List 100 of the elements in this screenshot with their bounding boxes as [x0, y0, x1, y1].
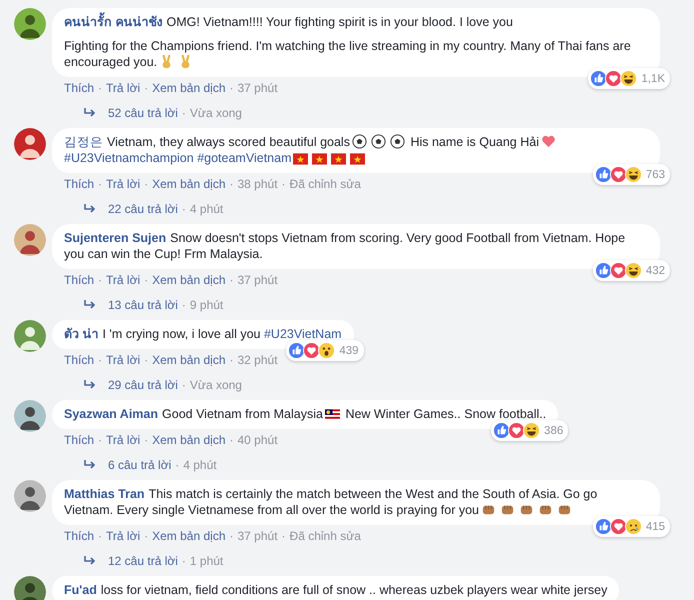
replies-link[interactable]: 12 câu trả lời [108, 554, 178, 568]
separator-dot: · [230, 433, 234, 447]
separator-dot: · [144, 177, 148, 191]
comment-text: Syazwan Aiman Good Vietnam from Malaysia New Winter Games.. Snow football.. [64, 406, 546, 422]
like-icon [594, 518, 612, 535]
flag-icon [293, 153, 308, 165]
reactions-badge[interactable]: 386 [491, 420, 568, 441]
timestamp: 37 phút [238, 81, 278, 95]
flag-icon [350, 153, 366, 165]
avatar[interactable] [14, 576, 46, 600]
like-link[interactable]: Thích [64, 273, 94, 287]
heart-icon [540, 134, 556, 149]
comment-text: Sujenteren Sujen Snow doesn't stops Vietnam from scoring. Very good Football from Vietnam. Hope you can win the Cup! Frm Malaysia. [64, 230, 626, 262]
laughing-face-icon [523, 422, 540, 439]
separator-dot: · [144, 81, 148, 95]
timestamp: 4 phút [183, 458, 217, 472]
separator-dot: · [98, 529, 102, 543]
timestamp: 38 phút [238, 177, 278, 191]
translate-link[interactable]: Xem bản dịch [152, 273, 226, 287]
replies-link[interactable]: 6 câu trả lời [108, 458, 172, 472]
timestamp: 37 phút [238, 273, 278, 287]
reactions-badge[interactable]: 415 [592, 516, 670, 537]
timestamp: 40 phút [238, 433, 278, 447]
replies-link[interactable]: 13 câu trả lời [108, 298, 178, 312]
avatar[interactable] [14, 480, 46, 512]
translate-link[interactable]: Xem bản dịch [152, 353, 226, 367]
like-link[interactable]: Thích [64, 529, 94, 543]
like-link[interactable]: Thích [64, 81, 94, 95]
love-icon [610, 166, 627, 183]
reply-link[interactable]: Trả lời [106, 433, 140, 447]
replies-link[interactable]: 22 câu trả lời [108, 202, 178, 216]
reply-link[interactable]: Trả lời [106, 273, 140, 287]
hashtag-link[interactable]: #U23Vietnamchampion [64, 151, 194, 165]
like-icon [590, 70, 608, 87]
separator-dot: · [182, 106, 186, 120]
hashtag-link[interactable]: #U23VietNam [264, 327, 342, 341]
like-link[interactable]: Thích [64, 353, 94, 367]
separator-dot: · [282, 529, 286, 543]
avatar[interactable] [14, 128, 46, 160]
reply-link[interactable]: Trả lời [106, 529, 140, 543]
translate-link[interactable]: Xem bản dịch [152, 529, 226, 543]
separator-dot: · [230, 353, 234, 367]
love-icon [610, 518, 627, 535]
sad-face-icon [624, 518, 642, 535]
like-icon [594, 166, 612, 183]
reaction-count: 386 [544, 424, 564, 436]
comment-text: 김정은 Vietnam, they always scored beautiful goals His name is Quang Hải #U23Vietnamchampion #goteamVietnam [64, 134, 648, 166]
separator-dot: · [98, 433, 102, 447]
separator-dot: · [98, 81, 102, 95]
separator-dot: · [98, 273, 102, 287]
laughing-face-icon [620, 70, 638, 87]
reply-link[interactable]: Trả lời [106, 353, 140, 367]
timestamp: 37 phút [238, 529, 278, 543]
translate-link[interactable]: Xem bản dịch [152, 81, 226, 95]
timestamp: 32 phút [238, 353, 278, 367]
like-link[interactable]: Thích [64, 177, 94, 191]
reply-link[interactable]: Trả lời [106, 81, 140, 95]
separator-dot: · [98, 353, 102, 367]
separator-dot: · [230, 81, 234, 95]
like-icon [288, 342, 306, 359]
author-name[interactable]: Sujenteren Sujen [64, 231, 166, 245]
reply-link[interactable]: Trả lời [106, 177, 140, 191]
love-icon [605, 70, 622, 87]
avatar[interactable] [14, 224, 46, 256]
separator-dot: · [144, 353, 148, 367]
avatar[interactable] [14, 8, 46, 40]
separator-dot: · [182, 554, 186, 568]
translate-link[interactable]: Xem bản dịch [152, 177, 226, 191]
reaction-count: 1,1K [641, 72, 665, 84]
avatar[interactable] [14, 400, 46, 432]
timestamp: 4 phút [190, 202, 224, 216]
translate-link[interactable]: Xem bản dịch [152, 433, 226, 447]
timestamp: 1 phút [190, 554, 224, 568]
author-name[interactable]: Syazwan Aiman [64, 407, 158, 421]
love-icon [303, 342, 320, 359]
like-icon [594, 262, 612, 279]
laughing-face-icon [624, 262, 642, 279]
timestamp: Vừa xong [190, 378, 242, 392]
surprised-face-icon [318, 342, 336, 359]
separator-dot: · [230, 273, 234, 287]
reactions-badge[interactable]: 439 [286, 340, 364, 361]
like-link[interactable]: Thích [64, 433, 94, 447]
separator-dot: · [144, 433, 148, 447]
soccer-ball-icon [370, 134, 386, 149]
author-name[interactable]: Matthias Tran [64, 487, 145, 501]
author-name[interactable]: 김정은 [64, 135, 103, 149]
reaction-count: 415 [646, 520, 665, 532]
comment-text: Fu'ad loss for vietnam, field conditions are full of snow .. whereas uzbek players wear white jersey [64, 582, 608, 598]
reactions-badge[interactable]: 432 [592, 260, 670, 281]
reactions-badge[interactable]: 1,1K [588, 68, 670, 89]
hashtag-link[interactable]: #goteamVietnam [197, 151, 292, 165]
reply-arrow-icon [84, 380, 96, 390]
author-name[interactable]: Fu'ad [64, 583, 97, 597]
replies-link[interactable]: 52 câu trả lời [108, 106, 178, 120]
reactions-badge[interactable]: 763 [592, 164, 670, 185]
author-name[interactable]: ตัว น่า [64, 327, 98, 341]
separator-dot: · [175, 458, 180, 472]
replies-link[interactable]: 29 câu trả lời [108, 378, 178, 392]
separator-dot: · [144, 273, 148, 287]
separator-dot: · [182, 378, 186, 392]
